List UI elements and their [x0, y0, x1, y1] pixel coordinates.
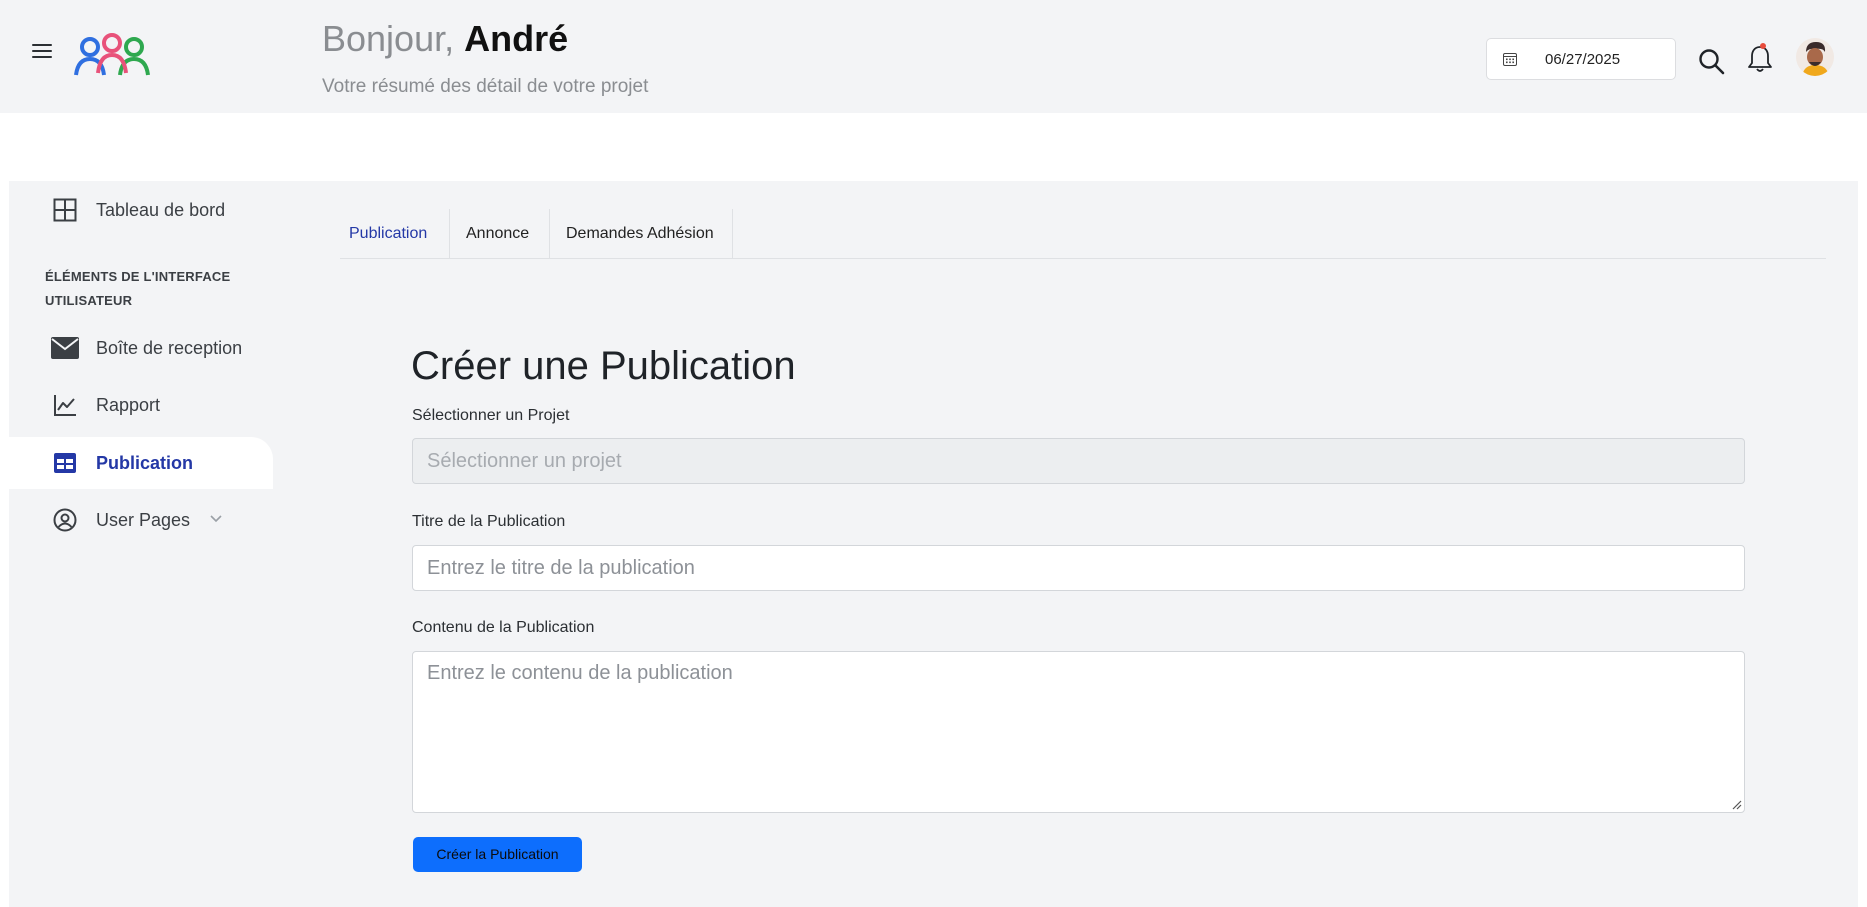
publication-content-textarea[interactable]: Entrez le contenu de la publication [412, 651, 1745, 813]
sidebar-item-user-pages[interactable]: User Pages [9, 494, 273, 546]
tab-divider [732, 209, 733, 259]
publication-title-label: Titre de la Publication [412, 513, 566, 530]
main-panel: Tableau de bord ÉLÉMENTS DE L'INTERFACE … [9, 181, 1858, 907]
form-title: Créer une Publication [411, 344, 796, 388]
sidebar-section-title: ÉLÉMENTS DE L'INTERFACE UTILISATEUR [45, 269, 231, 308]
sidebar-item-label: Publication [96, 452, 194, 473]
sidebar-item-inbox[interactable]: Boîte de reception [9, 322, 273, 374]
tab-annonce[interactable]: Annonce [466, 209, 529, 259]
calendar-icon [1503, 53, 1517, 66]
sidebar-item-label: User Pages [96, 509, 191, 530]
greeting: Bonjour, André [322, 18, 568, 60]
project-select-label: Sélectionner un Projet [412, 407, 570, 424]
sidebar-item-label: Rapport [96, 394, 161, 415]
tab-divider [449, 209, 450, 259]
project-select[interactable]: Sélectionner un projet [412, 438, 1745, 484]
notification-dot [1760, 43, 1766, 49]
hamburger-menu-icon[interactable] [32, 44, 52, 60]
date-value: 06/27/2025 [1545, 51, 1621, 68]
tab-divider [549, 209, 550, 259]
user-avatar-icon [1802, 42, 1829, 76]
avatar[interactable] [1796, 38, 1834, 76]
sidebar-item-dashboard[interactable]: Tableau de bord [9, 184, 273, 236]
page-subtitle: Votre résumé des détail de votre projet [322, 76, 649, 97]
grid-icon [51, 196, 79, 224]
resize-handle-icon[interactable] [1730, 798, 1742, 810]
table-icon [51, 449, 79, 477]
sidebar-item-publication[interactable]: Publication [9, 437, 273, 489]
create-publication-button[interactable]: Créer la Publication [413, 837, 582, 872]
sidebar-item-label: Boîte de reception [96, 337, 243, 358]
tab-publication[interactable]: Publication [349, 209, 427, 259]
publication-content-label: Contenu de la Publication [412, 619, 595, 636]
greeting-prefix: Bonjour, [322, 18, 455, 59]
team-logo-icon[interactable] [74, 33, 150, 77]
notification-bell-icon[interactable] [1746, 42, 1774, 74]
user-name: André [464, 18, 569, 59]
sidebar-item-label: Tableau de bord [96, 199, 226, 220]
tab-bar: Publication Annonce Demandes Adhésion [340, 209, 1826, 259]
date-picker[interactable]: 06/27/2025 [1486, 38, 1676, 80]
tab-demandes-adhesion[interactable]: Demandes Adhésion [566, 209, 714, 259]
sidebar-item-rapport[interactable]: Rapport [9, 379, 273, 431]
top-header: Bonjour, André Votre résumé des détail d… [0, 0, 1867, 113]
search-icon[interactable] [1698, 48, 1726, 76]
textarea-placeholder: Entrez le contenu de la publication [427, 662, 733, 684]
envelope-icon [51, 334, 79, 362]
user-circle-icon [51, 506, 79, 534]
chevron-down-icon[interactable] [209, 514, 223, 524]
chart-line-icon [51, 391, 79, 419]
publication-title-input[interactable]: Entrez le titre de la publication [412, 545, 1745, 591]
